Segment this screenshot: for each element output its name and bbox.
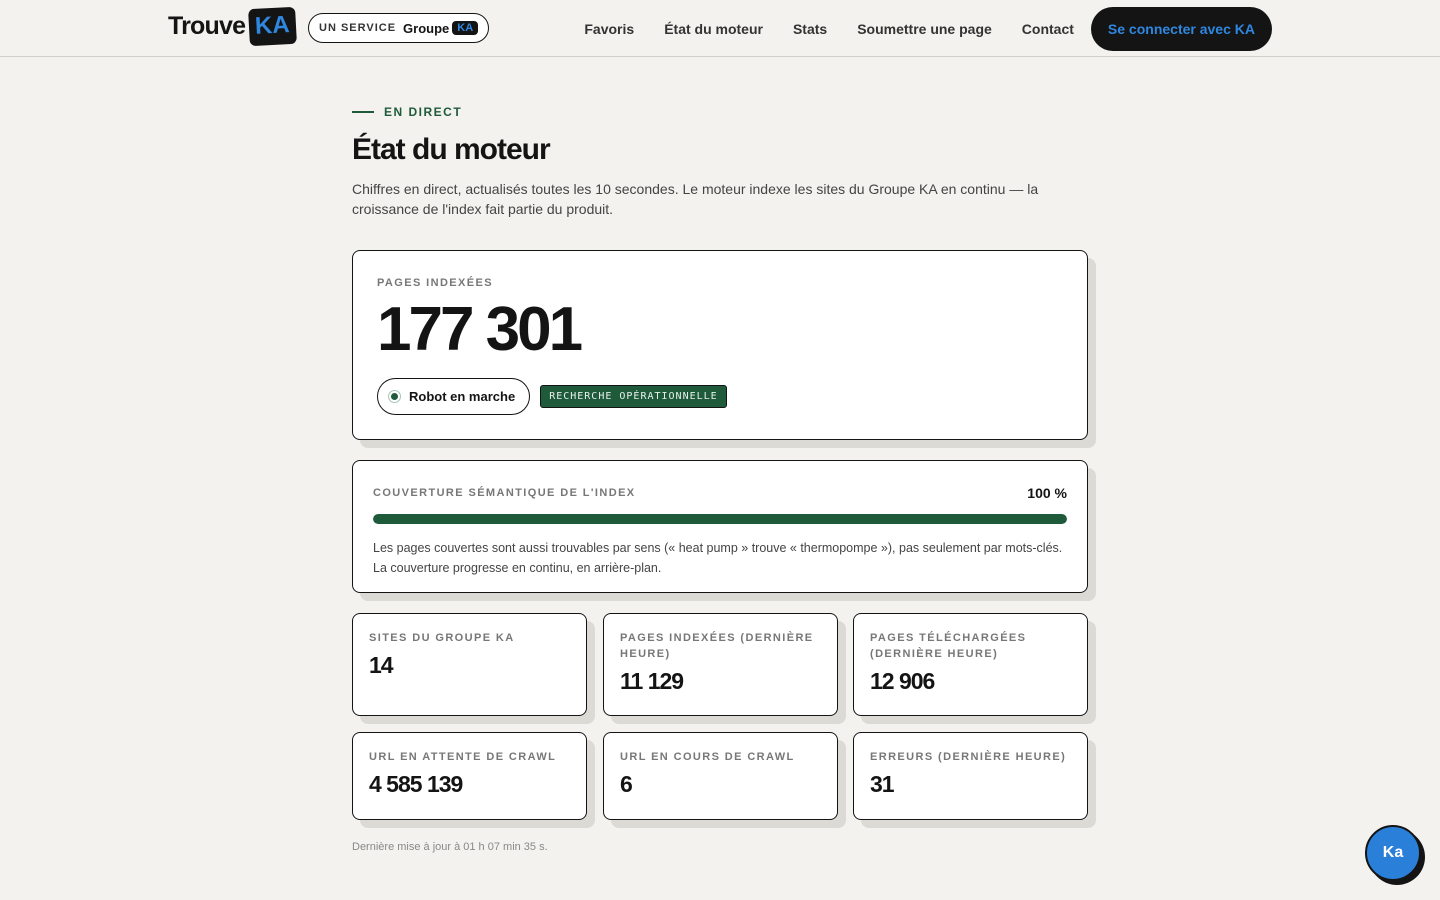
nav-soumettre-une-page[interactable]: Soumettre une page [842, 21, 1007, 37]
logo-text: Trouve [168, 12, 246, 40]
stat-value: 4 585 139 [369, 771, 463, 797]
stat-label: URL EN ATTENTE DE CRAWL [369, 751, 557, 763]
status-dot-icon [388, 390, 401, 403]
search-status-badge: RECHERCHE OPÉRATIONNELLE [540, 385, 727, 408]
stat-label: PAGES INDEXÉES (DERNIÈRE HEURE) [620, 632, 814, 660]
stat-value: 11 129 [620, 668, 684, 694]
service-label: UN SERVICE [319, 22, 397, 34]
eyebrow-line [352, 111, 374, 113]
stat-value: 12 906 [870, 668, 935, 694]
site-header: Trouve KA UN SERVICE Groupe KA Favoris É… [0, 0, 1440, 57]
eyebrow-label: EN DIRECT [384, 105, 463, 119]
coverage-note: Les pages couvertes sont aussi trouvable… [373, 541, 1063, 575]
service-brand: Groupe [403, 20, 450, 36]
service-pill[interactable]: UN SERVICE Groupe KA [308, 13, 490, 43]
stat-value: 14 [369, 652, 394, 678]
stat-card-pending-urls: URL EN ATTENTE DE CRAWL 4 585 139 [352, 732, 587, 820]
indexed-pages-label: PAGES INDEXÉES [377, 277, 493, 289]
stat-value: 6 [620, 771, 633, 797]
logo-badge: KA [248, 6, 297, 47]
logo[interactable]: Trouve KA [168, 6, 297, 47]
main-nav: Favoris État du moteur Stats Soumettre u… [569, 0, 1272, 57]
nav-favoris[interactable]: Favoris [569, 21, 649, 37]
coverage-progress-fill [373, 514, 1067, 524]
indexed-pages-value: 177 301 [377, 295, 583, 364]
coverage-card: COUVERTURE SÉMANTIQUE DE L'INDEX 100 % L… [352, 460, 1088, 593]
page-description: Chiffres en direct, actualisés toutes le… [352, 181, 1039, 217]
stat-card-errors: ERREURS (DERNIÈRE HEURE) 31 [853, 732, 1088, 820]
indexed-pages-card: PAGES INDEXÉES 177 301 Robot en marche R… [352, 250, 1088, 440]
nav-etat-du-moteur[interactable]: État du moteur [649, 21, 778, 37]
stat-label: ERREURS (DERNIÈRE HEURE) [870, 751, 1067, 763]
stat-card-crawling-urls: URL EN COURS DE CRAWL 6 [603, 732, 838, 820]
coverage-value: 100 % [1027, 485, 1067, 501]
stat-card-sites: SITES DU GROUPE KA 14 [352, 613, 587, 716]
login-button[interactable]: Se connecter avec KA [1090, 6, 1272, 51]
stat-value: 31 [870, 771, 895, 797]
service-badge: KA [452, 21, 479, 35]
stat-label: SITES DU GROUPE KA [369, 632, 515, 644]
last-updated: Dernière mise à jour à 01 h 07 min 35 s. [352, 841, 548, 853]
coverage-label: COUVERTURE SÉMANTIQUE DE L'INDEX [373, 487, 636, 499]
robot-status-pill: Robot en marche [377, 378, 531, 415]
stat-label: URL EN COURS DE CRAWL [620, 751, 795, 763]
page-title: État du moteur [352, 133, 551, 166]
stat-card-downloaded-hour: PAGES TÉLÉCHARGÉES (DERNIÈRE HEURE) 12 9… [853, 613, 1088, 716]
status-badges: Robot en marche RECHERCHE OPÉRATIONNELLE [377, 378, 727, 415]
eyebrow: EN DIRECT [352, 105, 1088, 119]
chat-assistant-button[interactable]: Ka [1365, 825, 1421, 881]
stat-card-indexed-hour: PAGES INDEXÉES (DERNIÈRE HEURE) 11 129 [603, 613, 838, 716]
stat-label: PAGES TÉLÉCHARGÉES (DERNIÈRE HEURE) [870, 632, 1027, 660]
nav-contact[interactable]: Contact [1007, 21, 1089, 37]
coverage-progress-bar [373, 514, 1067, 524]
nav-stats[interactable]: Stats [778, 21, 842, 37]
robot-status-text: Robot en marche [409, 389, 516, 404]
main-content: EN DIRECT État du moteur Chiffres en dir… [352, 57, 1088, 853]
